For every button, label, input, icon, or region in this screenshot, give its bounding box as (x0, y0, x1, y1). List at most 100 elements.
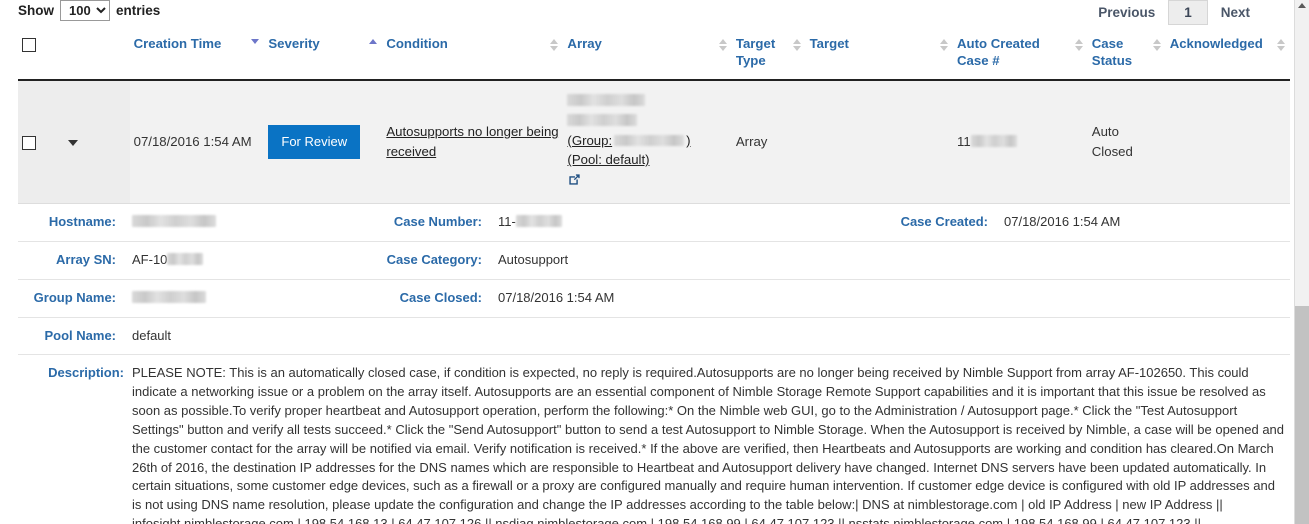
external-link-icon[interactable] (567, 172, 582, 193)
sort-indicator-acknowledged[interactable] (1277, 39, 1286, 51)
spacer-value-3 (494, 317, 844, 356)
col-creation-time[interactable]: Creation Time (129, 28, 265, 81)
cell-acknowledged (1165, 80, 1290, 204)
case-category-value: Autosupport (494, 241, 844, 280)
col-severity[interactable]: Severity (264, 28, 383, 81)
spacer-label-2 (844, 279, 1000, 318)
case-created-label: Case Created: (844, 203, 1000, 242)
spacer-value-2 (1000, 279, 1290, 318)
case-number-value: 11- (494, 203, 844, 242)
sort-indicator-target-type[interactable] (792, 39, 802, 51)
col-array-label: Array (567, 36, 602, 51)
array-pool-link[interactable]: (Pool: default) (567, 152, 649, 167)
array-name-redacted (567, 91, 727, 131)
spacer-label-3 (364, 317, 494, 356)
cell-array: (Group:) (Pool: default) (563, 80, 732, 204)
array-group-prefix: (Group: (567, 132, 613, 148)
cell-creation-time: 07/18/2016 1:54 AM (129, 80, 265, 204)
sort-indicator-condition[interactable] (550, 39, 559, 51)
show-label: Show (18, 3, 54, 18)
cell-target-type: Array (731, 80, 806, 204)
array-group-suffix: ) (686, 132, 691, 148)
pool-name-value: default (128, 317, 364, 356)
previous-page-button[interactable]: Previous (1087, 1, 1166, 24)
case-number-text: 11- (498, 213, 516, 229)
alerts-page: Show 100 entries Previous 1 Next Creatio… (0, 0, 1295, 524)
spacer-label-4 (844, 317, 1000, 356)
spacer-value-4 (1000, 317, 1290, 356)
description-label: Description: (18, 354, 128, 524)
next-page-button[interactable]: Next (1210, 1, 1261, 24)
condition-link[interactable]: Autosupports no longer being received (386, 124, 558, 159)
detail-row-4: Pool Name: default (18, 317, 1290, 356)
detail-row-2: Array SN: AF-10 Case Category: Autosuppo… (18, 241, 1290, 280)
col-auto-created-case-label: Auto Created Case # (957, 36, 1040, 68)
col-condition-label: Condition (386, 36, 448, 51)
col-auto-created-case[interactable]: Auto Created Case # (953, 28, 1088, 81)
col-array[interactable]: Array (563, 28, 732, 81)
array-sn-text: AF-10 (132, 251, 168, 267)
cell-target (805, 80, 953, 204)
select-all-checkbox[interactable] (22, 37, 36, 52)
group-name-label: Group Name: (18, 279, 128, 318)
row-checkbox[interactable] (22, 135, 36, 150)
col-target-type[interactable]: Target Type (731, 28, 806, 81)
row-select-cell (18, 80, 65, 204)
severity-badge[interactable]: For Review (268, 125, 361, 159)
col-case-status[interactable]: Case Status (1087, 28, 1166, 81)
table-toolbar: Show 100 entries Previous 1 Next (0, 0, 1295, 28)
sort-indicator-creation-time[interactable] (251, 39, 260, 44)
case-number-label: Case Number: (364, 203, 494, 242)
scrollbar-thumb[interactable] (1295, 306, 1309, 524)
scroll-up-arrow-icon[interactable] (1298, 3, 1306, 8)
cell-severity: For Review (264, 80, 383, 204)
col-target-label: Target (809, 36, 849, 51)
row-detail-panel: Hostname: Case Number: 11- Case Created:… (18, 203, 1290, 524)
sort-indicator-array[interactable] (718, 39, 728, 51)
col-select-all (18, 28, 65, 81)
sort-indicator-target[interactable] (940, 39, 949, 51)
col-condition[interactable]: Condition (382, 28, 564, 81)
table-header-row: Creation Time Severity Condition Array T… (18, 28, 1290, 81)
array-group: (Group:) (567, 131, 727, 151)
col-acknowledged-label: Acknowledged (1169, 36, 1263, 51)
case-closed-value: 07/18/2016 1:54 AM (494, 279, 844, 318)
auto-created-case-value: 11 (957, 134, 971, 150)
case-category-label: Case Category: (364, 241, 494, 280)
col-target[interactable]: Target (805, 28, 953, 81)
array-sn-value: AF-10 (128, 241, 364, 280)
cell-condition: Autosupports no longer being received (382, 80, 564, 204)
cell-auto-created-case: 11 (953, 80, 1088, 204)
table-row[interactable]: 07/18/2016 1:54 AM For Review Autosuppor… (18, 80, 1290, 204)
sort-indicator-auto-created-case[interactable] (1074, 39, 1084, 51)
case-created-value: 07/18/2016 1:54 AM (1000, 203, 1290, 242)
pagination: Previous 1 Next (1087, 0, 1261, 25)
detail-row-1: Hostname: Case Number: 11- Case Created:… (18, 203, 1290, 242)
spacer-label-1 (844, 241, 1000, 280)
entries-label: entries (116, 3, 161, 18)
description-value: PLEASE NOTE: This is an automatically cl… (128, 354, 1290, 524)
page-number-1[interactable]: 1 (1168, 0, 1208, 25)
sort-indicator-case-status[interactable] (1152, 39, 1162, 51)
spacer-value-1 (1000, 241, 1290, 280)
page-size-select[interactable]: 100 (60, 0, 110, 21)
show-entries-control: Show 100 entries (18, 0, 160, 21)
col-acknowledged[interactable]: Acknowledged (1165, 28, 1290, 81)
cell-case-status: Auto Closed (1087, 80, 1166, 204)
col-case-status-label: Case Status (1091, 36, 1133, 68)
pool-name-label: Pool Name: (18, 317, 128, 356)
array-pool: (Pool: default) (567, 150, 727, 170)
case-closed-label: Case Closed: (364, 279, 494, 318)
col-creation-time-label: Creation Time (133, 36, 222, 51)
col-severity-label: Severity (268, 36, 320, 51)
array-sn-label: Array SN: (18, 241, 128, 280)
col-expander (64, 28, 130, 81)
group-name-value (128, 279, 364, 318)
sort-indicator-severity[interactable] (369, 39, 378, 46)
chevron-down-icon[interactable] (68, 140, 79, 147)
vertical-scrollbar[interactable] (1294, 0, 1309, 524)
detail-row-3: Group Name: Case Closed: 07/18/2016 1:54… (18, 279, 1290, 318)
hostname-value (128, 203, 364, 242)
array-group-link[interactable]: (Group:) (567, 133, 690, 148)
detail-row-description: Description: PLEASE NOTE: This is an aut… (18, 354, 1290, 524)
